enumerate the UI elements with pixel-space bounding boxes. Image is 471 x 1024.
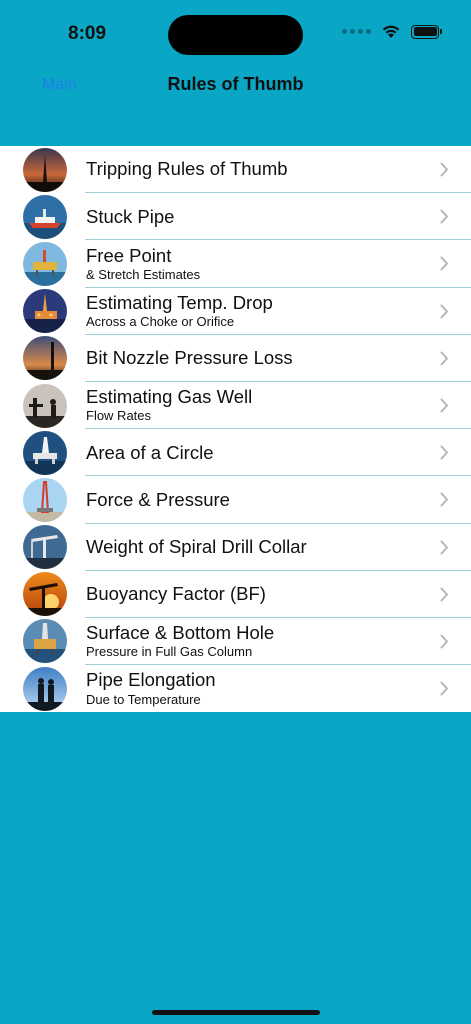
item-subtitle: & Stretch Estimates	[86, 266, 201, 282]
home-indicator[interactable]	[152, 1010, 320, 1015]
list-item[interactable]: Pipe Elongation Due to Temperature	[0, 665, 471, 712]
thumbnail-offshore-platform	[23, 241, 67, 286]
list-item[interactable]: Tripping Rules of Thumb	[0, 146, 471, 194]
list-item[interactable]: Surface & Bottom Hole Pressure in Full G…	[0, 618, 471, 666]
list-item[interactable]: Weight of Spiral Drill Collar	[0, 524, 471, 571]
item-subtitle: Flow Rates	[86, 408, 152, 424]
dynamic-island	[168, 15, 303, 55]
list-item[interactable]: Force & Pressure	[0, 476, 471, 524]
navigation-bar: Main Rules of Thumb	[0, 60, 471, 110]
status-time: 8:09	[68, 23, 107, 44]
item-title: Estimating Gas Well	[86, 386, 253, 408]
thumbnail-workers-silhouette	[23, 383, 67, 428]
item-subtitle: Pressure in Full Gas Column	[86, 644, 253, 660]
list-item[interactable]: Area of a Circle	[0, 429, 471, 477]
chevron-right-icon	[440, 587, 448, 602]
thumbnail-workers-sky	[23, 666, 67, 711]
item-title: Estimating Temp. Drop	[86, 291, 273, 313]
item-title: Tripping Rules of Thumb	[86, 158, 288, 180]
chevron-right-icon	[440, 162, 448, 177]
list-item[interactable]: Stuck Pipe	[0, 193, 471, 241]
list-item[interactable]: Estimating Gas Well Flow Rates	[0, 382, 471, 430]
item-title: Stuck Pipe	[86, 205, 175, 227]
item-title: Weight of Spiral Drill Collar	[86, 535, 307, 557]
thumbnail-drillship	[23, 194, 67, 239]
thumbnail-oil-rig-sunset	[23, 147, 67, 192]
status-bar: 8:09	[0, 0, 471, 60]
item-title: Free Point	[86, 244, 172, 266]
chevron-right-icon	[440, 540, 448, 554]
page-title: Rules of Thumb	[167, 74, 304, 94]
item-subtitle: Due to Temperature	[86, 691, 201, 707]
thumbnail-pumpjack-sunset	[23, 572, 67, 617]
chevron-right-icon	[440, 492, 448, 507]
list-item[interactable]: Estimating Temp. Drop Across a Choke or …	[0, 288, 471, 335]
thumbnail-platform-night	[23, 289, 67, 334]
chevron-right-icon	[440, 634, 448, 649]
list-item[interactable]: Bit Nozzle Pressure Loss	[0, 335, 471, 382]
rules-list: Tripping Rules of Thumb Stuck Pipe Free …	[0, 146, 471, 713]
item-title: Bit Nozzle Pressure Loss	[86, 347, 293, 369]
cellular-signal-icon	[342, 29, 371, 34]
thumbnail-land-rig	[23, 477, 67, 522]
item-title: Pipe Elongation	[86, 669, 216, 691]
item-title: Area of a Circle	[86, 441, 214, 463]
item-title: Buoyancy Factor (BF)	[86, 583, 266, 605]
thumbnail-rig-dusk	[23, 336, 67, 381]
wifi-icon	[382, 25, 400, 38]
item-title: Surface & Bottom Hole	[86, 622, 275, 643]
item-subtitle: Across a Choke or Orifice	[86, 314, 235, 330]
chevron-right-icon	[440, 209, 448, 224]
thumbnail-rig-sea	[23, 619, 67, 664]
list-item[interactable]: Buoyancy Factor (BF)	[0, 571, 471, 618]
item-title: Force & Pressure	[86, 488, 230, 510]
chevron-right-icon	[440, 398, 448, 413]
list-item[interactable]: Free Point & Stretch Estimates	[0, 240, 471, 288]
chevron-right-icon	[440, 351, 448, 366]
chevron-right-icon	[440, 256, 448, 271]
chevron-right-icon	[440, 445, 448, 460]
chevron-right-icon	[440, 304, 448, 319]
thumbnail-pumpjack-blue	[23, 525, 67, 570]
status-icons	[342, 24, 442, 39]
chevron-right-icon	[440, 681, 448, 696]
battery-icon	[411, 24, 442, 39]
thumbnail-semisub-rig	[23, 430, 67, 475]
